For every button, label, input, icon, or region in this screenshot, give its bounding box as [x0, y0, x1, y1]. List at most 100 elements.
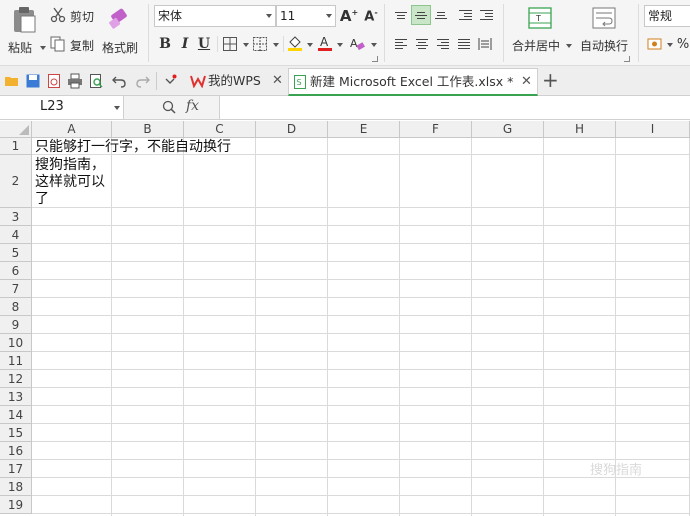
column-header[interactable]: H [544, 121, 616, 138]
clipboard-icon [14, 7, 36, 33]
align-bottom-button[interactable] [432, 6, 450, 24]
row-header[interactable]: 14 [0, 406, 32, 424]
tab-workbook[interactable]: S 新建 Microsoft Excel 工作表.xlsx * ✕ [288, 68, 538, 96]
column-header[interactable]: G [472, 121, 544, 138]
chevron-down-icon[interactable] [114, 106, 120, 110]
row-header[interactable]: 2 [0, 155, 32, 208]
decrease-indent-icon [458, 8, 472, 22]
alignment-group-launcher[interactable] [624, 56, 630, 62]
italic-button[interactable]: I [176, 34, 194, 54]
formula-input[interactable] [221, 96, 690, 119]
grid-line [32, 243, 690, 244]
font-name-select[interactable]: 宋体 [154, 5, 276, 27]
font-color-button[interactable]: A [316, 34, 344, 54]
grid-line [32, 441, 690, 442]
align-middle-button[interactable] [411, 5, 431, 25]
row-header[interactable]: 15 [0, 424, 32, 442]
row-header[interactable]: 4 [0, 226, 32, 244]
font-group-launcher[interactable] [372, 56, 378, 62]
zoom-icon[interactable] [162, 100, 176, 114]
font-size-select[interactable]: 11 [276, 5, 336, 27]
name-box[interactable]: L23 [0, 96, 124, 119]
row-header[interactable]: 16 [0, 442, 32, 460]
column-header[interactable]: E [328, 121, 400, 138]
spreadsheet-grid[interactable]: A B C D E F G H I 1 2 3 4 5 6 7 8 9 10 11 12 13 14 15 16 17 18 19 只能… [0, 121, 690, 516]
row-header[interactable]: 1 [0, 138, 32, 155]
chevron-down-icon[interactable] [40, 46, 46, 50]
merge-cells-icon: T [528, 7, 552, 29]
close-icon[interactable]: ✕ [272, 68, 283, 94]
row-header[interactable]: 18 [0, 478, 32, 496]
close-icon[interactable]: ✕ [521, 69, 532, 95]
grid-line [32, 513, 690, 514]
formula-tools: fx [124, 96, 220, 119]
eraser-brush-icon [109, 8, 127, 29]
row-header[interactable]: 13 [0, 388, 32, 406]
spreadsheet-file-icon: S [294, 75, 306, 89]
decrease-font-button[interactable]: A- [362, 6, 380, 26]
underline-button[interactable]: U [195, 34, 213, 54]
align-center-button[interactable] [413, 35, 431, 53]
redo-icon[interactable] [135, 73, 151, 89]
borders-button[interactable] [222, 34, 250, 54]
row-header[interactable]: 9 [0, 316, 32, 334]
row-header[interactable]: 3 [0, 208, 32, 226]
currency-format-button[interactable] [646, 34, 674, 54]
row-header[interactable]: 8 [0, 298, 32, 316]
column-header[interactable]: D [256, 121, 328, 138]
column-header[interactable]: C [184, 121, 256, 138]
row-header[interactable]: 12 [0, 370, 32, 388]
increase-font-button[interactable]: A+ [340, 6, 358, 26]
row-header[interactable]: 11 [0, 352, 32, 370]
cut-button[interactable]: 剪切 [50, 5, 98, 25]
column-header[interactable]: B [112, 121, 184, 138]
number-format-select[interactable]: 常规 [644, 5, 690, 27]
chevron-down-icon [307, 43, 313, 47]
new-tab-button[interactable]: + [542, 68, 559, 92]
export-pdf-icon[interactable] [46, 73, 62, 89]
cell-a2-line1[interactable]: 搜狗指南， [35, 157, 105, 174]
align-right-button[interactable] [434, 35, 452, 53]
bold-button[interactable]: B [156, 34, 174, 54]
row-header[interactable]: 10 [0, 334, 32, 352]
row-header[interactable]: 19 [0, 496, 32, 514]
cell-a2-line3[interactable]: 了 [35, 191, 49, 208]
copy-button[interactable]: 复制 [50, 34, 98, 54]
grid-line [32, 369, 690, 370]
clear-format-button[interactable]: A [348, 34, 378, 54]
save-icon[interactable] [25, 73, 41, 89]
fill-color-button[interactable] [286, 34, 314, 54]
cell-style-button[interactable] [252, 34, 280, 54]
row-header[interactable]: 17 [0, 460, 32, 478]
insert-function-button[interactable]: fx [186, 98, 199, 114]
tab-my-wps[interactable]: 我的WPS ✕ [186, 68, 286, 96]
open-folder-icon[interactable] [4, 73, 20, 89]
row-header[interactable]: 7 [0, 280, 32, 298]
wrap-text-button[interactable]: 自动换行 [576, 4, 632, 60]
justify-icon [458, 37, 470, 51]
undo-icon[interactable] [111, 73, 127, 89]
row-header[interactable]: 5 [0, 244, 32, 262]
percent-button[interactable]: % [676, 34, 690, 54]
row-header[interactable]: 6 [0, 262, 32, 280]
chevron-down-icon [371, 43, 377, 47]
justify-button[interactable] [455, 35, 473, 53]
column-header[interactable]: F [400, 121, 472, 138]
format-painter-button[interactable]: 格式刷 [100, 4, 140, 60]
cell-a1[interactable]: 只能够打一行字，不能自动换行 [35, 139, 231, 156]
align-top-button[interactable] [392, 6, 410, 24]
column-header[interactable]: A [32, 121, 112, 138]
customize-toolbar-icon[interactable] [162, 73, 178, 89]
align-left-button[interactable] [392, 35, 410, 53]
chevron-down-icon [337, 43, 343, 47]
paste-button[interactable]: 粘贴 [4, 4, 46, 60]
select-all-corner[interactable] [0, 121, 32, 138]
print-preview-icon[interactable] [88, 73, 104, 89]
decrease-indent-button[interactable] [456, 6, 474, 24]
increase-indent-button[interactable] [477, 6, 495, 24]
cell-a2-line2[interactable]: 这样就可以 [35, 174, 105, 191]
column-header[interactable]: I [616, 121, 690, 138]
print-icon[interactable] [67, 73, 83, 89]
merge-center-button[interactable]: T 合并居中 [508, 4, 572, 60]
distributed-align-button[interactable] [476, 35, 494, 53]
